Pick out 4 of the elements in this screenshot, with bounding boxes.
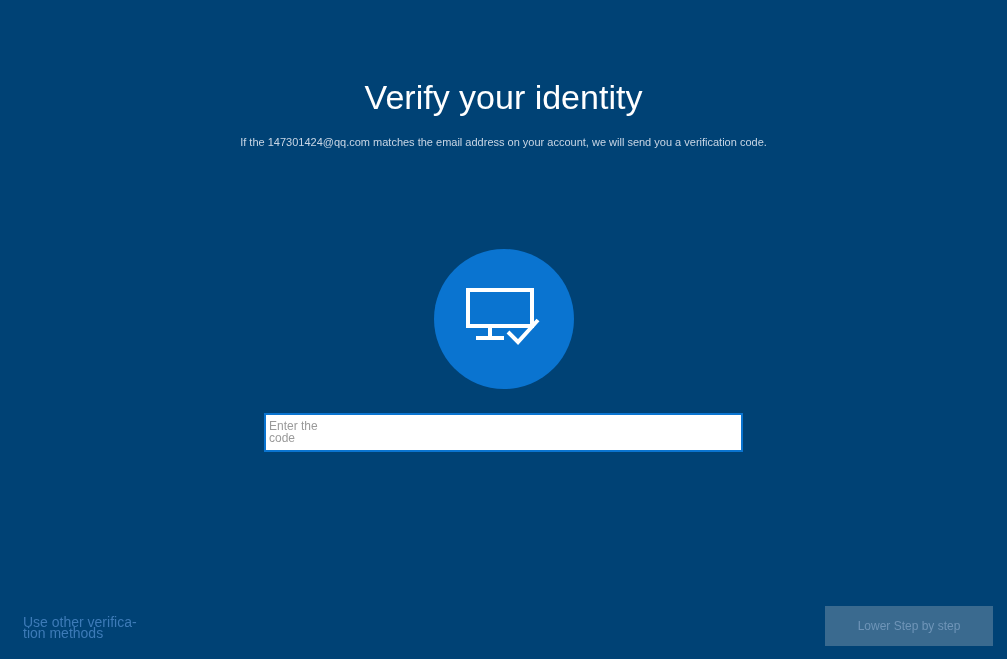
page-title: Verify your identity [364,77,643,118]
other-methods-link[interactable]: Use other verifica-tion methods [23,617,151,639]
code-input-field[interactable]: Enter the code [264,412,743,452]
instruction-text: If the 147301424@qq.com matches the email address on your account, we will send you a verification code. [240,135,767,150]
